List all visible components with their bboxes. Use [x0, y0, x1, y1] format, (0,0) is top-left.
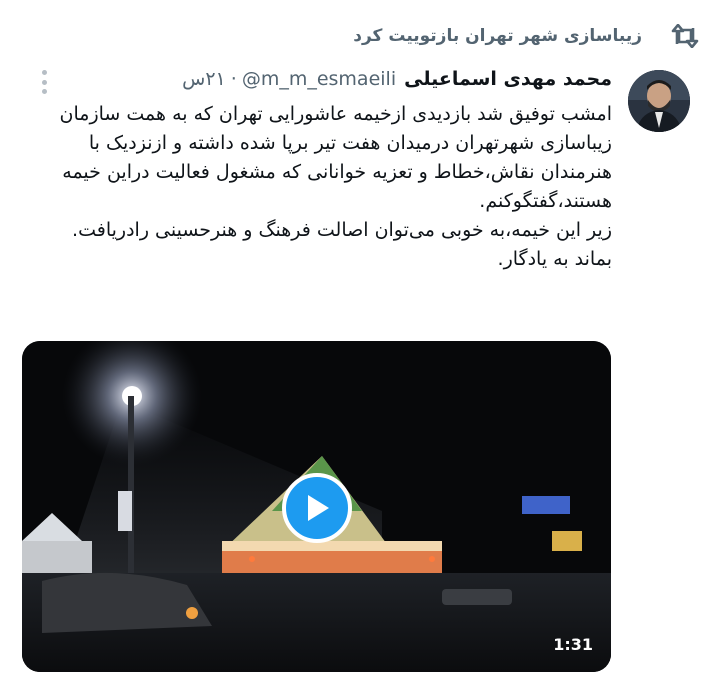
video-player[interactable]: 1:31 [22, 341, 611, 672]
play-button[interactable] [282, 473, 352, 543]
tweet-paragraph: زیر این خیمه،به خوبی می‌توان اصالت فرهنگ… [72, 219, 612, 241]
tweet-time[interactable]: ۲۱س [182, 68, 226, 90]
author-handle[interactable]: @m_m_esmaeili [242, 68, 396, 90]
play-icon [308, 495, 329, 521]
tweet-text: امشب توفیق شد بازدیدی ازخیمه عاشورایی ته… [22, 100, 612, 274]
tweet[interactable]: محمد مهدی اسماعیلی @m_m_esmaeili · ۲۱س ا… [22, 62, 612, 274]
retweet-icon [668, 19, 702, 53]
author-name[interactable]: محمد مهدی اسماعیلی [404, 68, 612, 90]
tweet-paragraph: امشب توفیق شد بازدیدی ازخیمه عاشورایی ته… [59, 103, 612, 212]
author-avatar[interactable] [628, 70, 690, 132]
retweet-label[interactable]: زیباسازی شهر تهران بازتوییت کرد [353, 26, 642, 46]
retweet-header: زیباسازی شهر تهران بازتوییت کرد [22, 18, 702, 54]
separator-dot: · [230, 68, 237, 90]
tweet-header: محمد مهدی اسماعیلی @m_m_esmaeili · ۲۱س [22, 62, 612, 96]
video-duration: 1:31 [553, 635, 593, 654]
more-options-icon[interactable] [36, 70, 52, 94]
tweet-paragraph: بماند به یادگار. [497, 248, 612, 270]
